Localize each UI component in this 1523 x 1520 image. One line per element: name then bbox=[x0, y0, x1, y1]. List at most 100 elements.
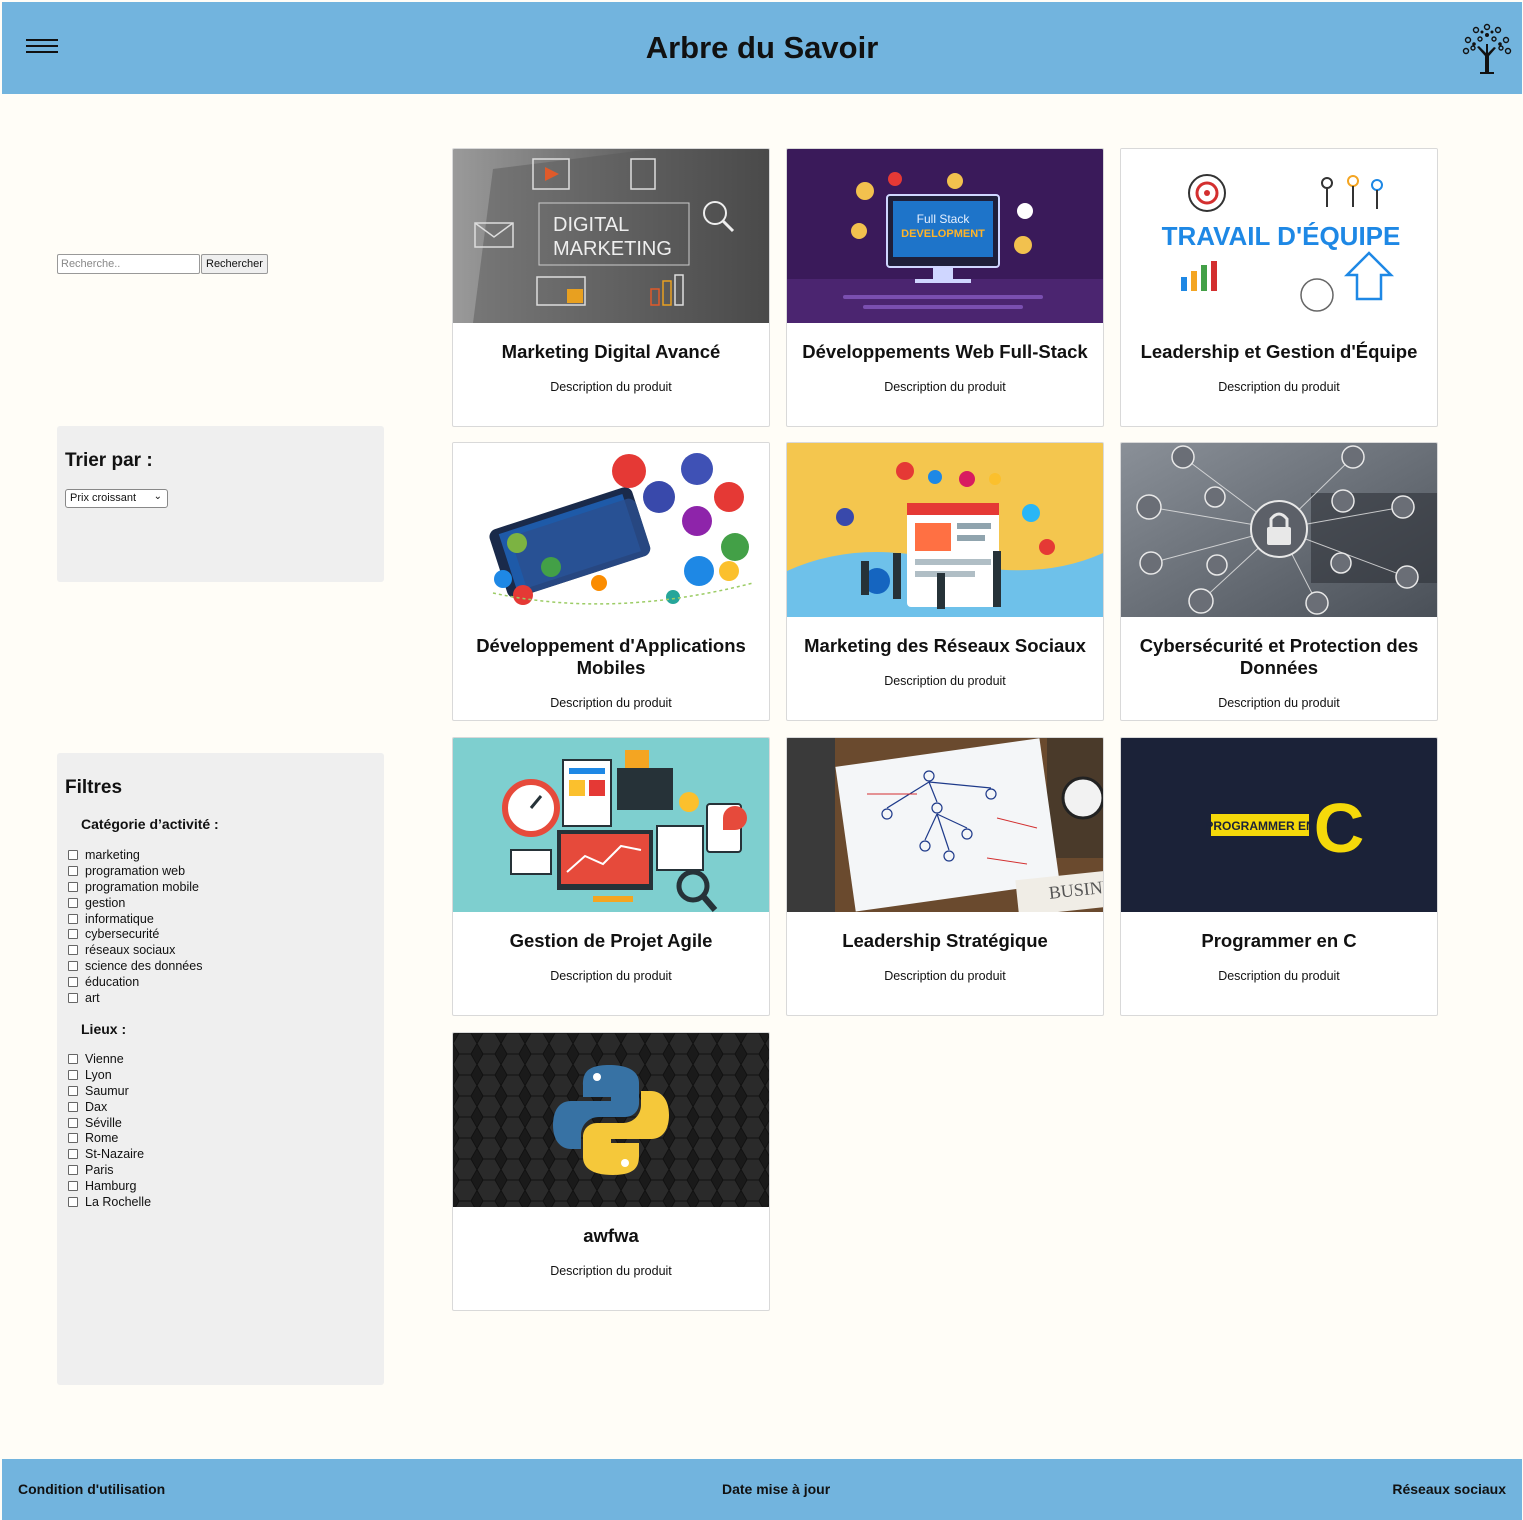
place-option[interactable]: St-Nazaire bbox=[68, 1146, 151, 1162]
product-image-social-media bbox=[787, 443, 1103, 617]
product-title[interactable]: Marketing Digital Avancé bbox=[459, 341, 763, 363]
category-option[interactable]: éducation bbox=[68, 974, 202, 990]
product-image-cybersecurity bbox=[1121, 443, 1437, 617]
checkbox[interactable] bbox=[68, 1149, 78, 1160]
product-title[interactable]: Cybersécurité et Protection des Données bbox=[1127, 635, 1431, 679]
site-footer: Condition d'utilisation Date mise à jour… bbox=[2, 1459, 1522, 1520]
product-image-python bbox=[453, 1033, 769, 1207]
product-title[interactable]: awfwa bbox=[459, 1225, 763, 1247]
checkbox[interactable] bbox=[68, 1181, 78, 1192]
checkbox[interactable] bbox=[68, 849, 78, 860]
place-option[interactable]: Rome bbox=[68, 1130, 151, 1146]
category-label: science des données bbox=[85, 959, 203, 974]
image-text-line-2: MARKETING bbox=[553, 238, 672, 260]
category-list: marketing programation web programation … bbox=[68, 847, 202, 1006]
place-option[interactable]: Lyon bbox=[68, 1067, 151, 1083]
product-card[interactable]: awfwa Description du produit bbox=[452, 1032, 770, 1311]
checkbox[interactable] bbox=[68, 961, 78, 972]
product-title[interactable]: Leadership Stratégique bbox=[793, 930, 1097, 952]
checkbox[interactable] bbox=[68, 1101, 78, 1112]
place-label: Rome bbox=[85, 1131, 119, 1146]
product-description: Description du produit bbox=[884, 674, 1006, 688]
checkbox[interactable] bbox=[68, 929, 78, 940]
product-card[interactable]: DIGITAL MARKETING Marketing Digital Avan… bbox=[452, 148, 770, 427]
product-title[interactable]: Leadership et Gestion d'Équipe bbox=[1127, 341, 1431, 363]
product-title[interactable]: Développements Web Full-Stack bbox=[793, 341, 1097, 363]
product-card[interactable]: TRAVAIL D'ÉQUIPE Leadership et Gestion d… bbox=[1120, 148, 1438, 427]
place-label: Séville bbox=[85, 1115, 122, 1130]
place-label: Vienne bbox=[85, 1051, 124, 1066]
filter-panel: Filtres Catégorie d’activité : marketing… bbox=[57, 753, 384, 1385]
product-description: Description du produit bbox=[550, 969, 672, 983]
sort-panel: Trier par : Prix croissant ⌄ bbox=[57, 426, 384, 582]
product-card[interactable]: Gestion de Projet Agile Description du p… bbox=[452, 737, 770, 1016]
category-option[interactable]: réseaux sociaux bbox=[68, 942, 202, 958]
image-text-line-1: PROGRAMMER EN bbox=[1205, 819, 1314, 833]
category-option[interactable]: programation mobile bbox=[68, 879, 202, 895]
place-option[interactable]: La Rochelle bbox=[68, 1194, 151, 1210]
product-title[interactable]: Gestion de Projet Agile bbox=[459, 930, 763, 952]
tree-logo-icon[interactable] bbox=[1458, 20, 1516, 76]
place-option[interactable]: Hamburg bbox=[68, 1178, 151, 1194]
product-card[interactable]: Full Stack DEVELOPMENT Développements We… bbox=[786, 148, 1104, 427]
place-label: Paris bbox=[85, 1163, 114, 1178]
place-label: St-Nazaire bbox=[85, 1147, 145, 1162]
checkbox[interactable] bbox=[68, 1053, 78, 1064]
search-button[interactable]: Rechercher bbox=[201, 254, 268, 274]
product-description: Description du produit bbox=[1218, 969, 1340, 983]
terms-link[interactable]: Condition d'utilisation bbox=[18, 1481, 165, 1497]
category-option[interactable]: gestion bbox=[68, 895, 202, 911]
category-option[interactable]: informatique bbox=[68, 911, 202, 927]
checkbox[interactable] bbox=[68, 992, 78, 1003]
checkbox[interactable] bbox=[68, 1165, 78, 1176]
checkbox[interactable] bbox=[68, 897, 78, 908]
product-image-agile bbox=[453, 738, 769, 912]
checkbox[interactable] bbox=[68, 1069, 78, 1080]
product-card[interactable]: Marketing des Réseaux Sociaux Descriptio… bbox=[786, 442, 1104, 721]
sort-heading: Trier par : bbox=[65, 450, 153, 471]
image-text-line-1: Full Stack bbox=[917, 212, 971, 226]
place-label: Saumur bbox=[85, 1083, 129, 1098]
place-option[interactable]: Saumur bbox=[68, 1083, 151, 1099]
product-description: Description du produit bbox=[1218, 696, 1340, 710]
image-text-line-1: TRAVAIL D'ÉQUIPE bbox=[1162, 221, 1401, 251]
place-label: Dax bbox=[85, 1099, 108, 1114]
category-option[interactable]: programation web bbox=[68, 863, 202, 879]
places-heading: Lieux : bbox=[81, 1021, 127, 1037]
place-option[interactable]: Séville bbox=[68, 1115, 151, 1131]
checkbox[interactable] bbox=[68, 1196, 78, 1207]
checkbox[interactable] bbox=[68, 1117, 78, 1128]
place-option[interactable]: Vienne bbox=[68, 1051, 151, 1067]
social-links[interactable]: Réseaux sociaux bbox=[1392, 1481, 1506, 1497]
checkbox[interactable] bbox=[68, 945, 78, 956]
checkbox[interactable] bbox=[68, 881, 78, 892]
category-option[interactable]: art bbox=[68, 990, 202, 1006]
product-title[interactable]: Programmer en C bbox=[1127, 930, 1431, 952]
category-option[interactable]: cybersecurité bbox=[68, 926, 202, 942]
chevron-down-icon: ⌄ bbox=[153, 491, 162, 502]
checkbox[interactable] bbox=[68, 913, 78, 924]
category-label: marketing bbox=[85, 847, 140, 862]
checkbox[interactable] bbox=[68, 1133, 78, 1144]
product-title[interactable]: Développement d'Applications Mobiles bbox=[459, 635, 763, 679]
product-card[interactable]: Cybersécurité et Protection des Données … bbox=[1120, 442, 1438, 721]
place-option[interactable]: Dax bbox=[68, 1099, 151, 1115]
search-input[interactable] bbox=[57, 254, 200, 274]
sort-select[interactable]: Prix croissant ⌄ bbox=[65, 489, 168, 508]
update-date-link[interactable]: Date mise à jour bbox=[722, 1481, 830, 1497]
checkbox[interactable] bbox=[68, 977, 78, 988]
product-title[interactable]: Marketing des Réseaux Sociaux bbox=[793, 635, 1097, 657]
page: Arbre du Savoir Rechercher Trier par : bbox=[2, 2, 1522, 1520]
checkbox[interactable] bbox=[68, 1085, 78, 1096]
product-card[interactable]: Développement d'Applications Mobiles Des… bbox=[452, 442, 770, 721]
search-form: Rechercher bbox=[57, 254, 268, 274]
place-option[interactable]: Paris bbox=[68, 1162, 151, 1178]
product-card[interactable]: BUSINE Leadership Stratégique Descriptio… bbox=[786, 737, 1104, 1016]
category-option[interactable]: marketing bbox=[68, 847, 202, 863]
category-option[interactable]: science des données bbox=[68, 958, 202, 974]
product-description: Description du produit bbox=[1218, 380, 1340, 394]
checkbox[interactable] bbox=[68, 865, 78, 876]
image-text-line-2: DEVELOPMENT bbox=[901, 228, 985, 240]
product-card[interactable]: PROGRAMMER EN C Programmer en C Descript… bbox=[1120, 737, 1438, 1016]
product-description: Description du produit bbox=[550, 380, 672, 394]
